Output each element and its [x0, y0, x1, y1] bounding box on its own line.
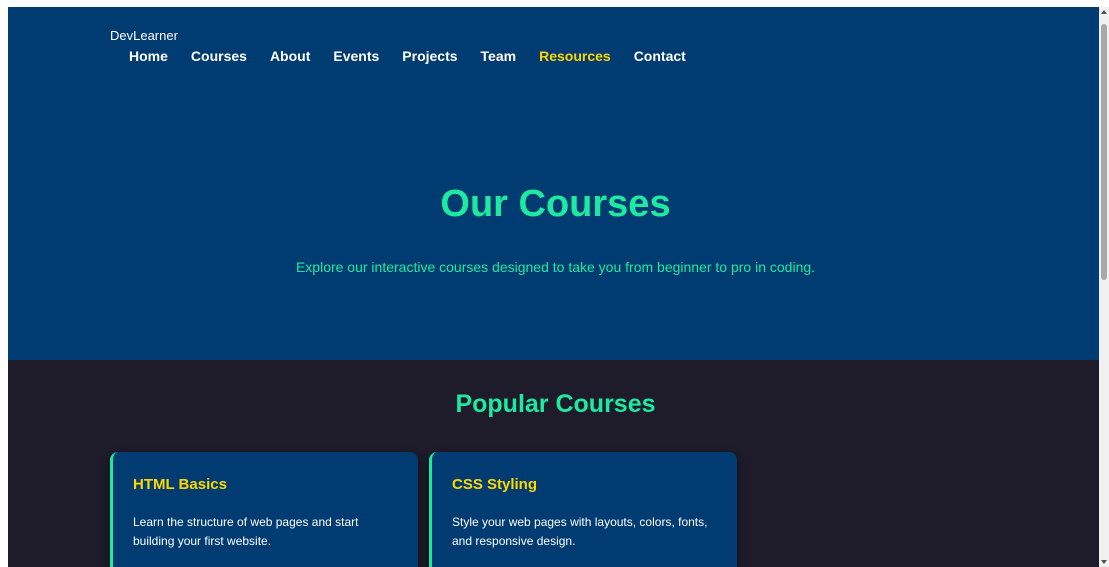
- scroll-down-arrow-icon[interactable]: [1101, 560, 1107, 564]
- page-viewport: DevLearner Home Courses About Events Pro…: [8, 7, 1099, 567]
- nav-item-home[interactable]: Home: [129, 48, 168, 64]
- nav-item-team[interactable]: Team: [481, 48, 517, 64]
- course-card-css-styling[interactable]: CSS Styling Style your web pages with la…: [429, 452, 737, 567]
- page-subtitle: Explore our interactive courses designed…: [295, 259, 816, 275]
- brand-logo[interactable]: DevLearner: [110, 28, 178, 43]
- course-card-description: Learn the structure of web pages and sta…: [133, 515, 359, 548]
- course-card-title: HTML Basics: [133, 476, 227, 493]
- course-card-title: CSS Styling: [452, 476, 538, 493]
- nav-item-about[interactable]: About: [270, 48, 310, 64]
- scrollbar-thumb[interactable]: [1101, 24, 1107, 280]
- nav-item-events[interactable]: Events: [333, 48, 379, 64]
- nav-item-contact[interactable]: Contact: [634, 48, 686, 64]
- nav-item-resources[interactable]: Resources: [539, 48, 611, 64]
- nav-item-courses[interactable]: Courses: [191, 48, 247, 64]
- course-card-html-basics[interactable]: HTML Basics Learn the structure of web p…: [110, 452, 418, 567]
- scroll-up-arrow-icon[interactable]: [1101, 10, 1107, 14]
- hero-header: DevLearner Home Courses About Events Pro…: [8, 7, 1099, 360]
- course-card-description: Style your web pages with layouts, color…: [452, 515, 708, 548]
- nav-item-projects[interactable]: Projects: [402, 48, 457, 64]
- page-title: Our Courses: [440, 183, 671, 225]
- browser-page: DevLearner Home Courses About Events Pro…: [0, 0, 1109, 567]
- section-title: Popular Courses: [455, 390, 656, 418]
- vertical-scrollbar[interactable]: [1099, 7, 1109, 567]
- main-nav: Home Courses About Events Projects Team …: [129, 48, 709, 64]
